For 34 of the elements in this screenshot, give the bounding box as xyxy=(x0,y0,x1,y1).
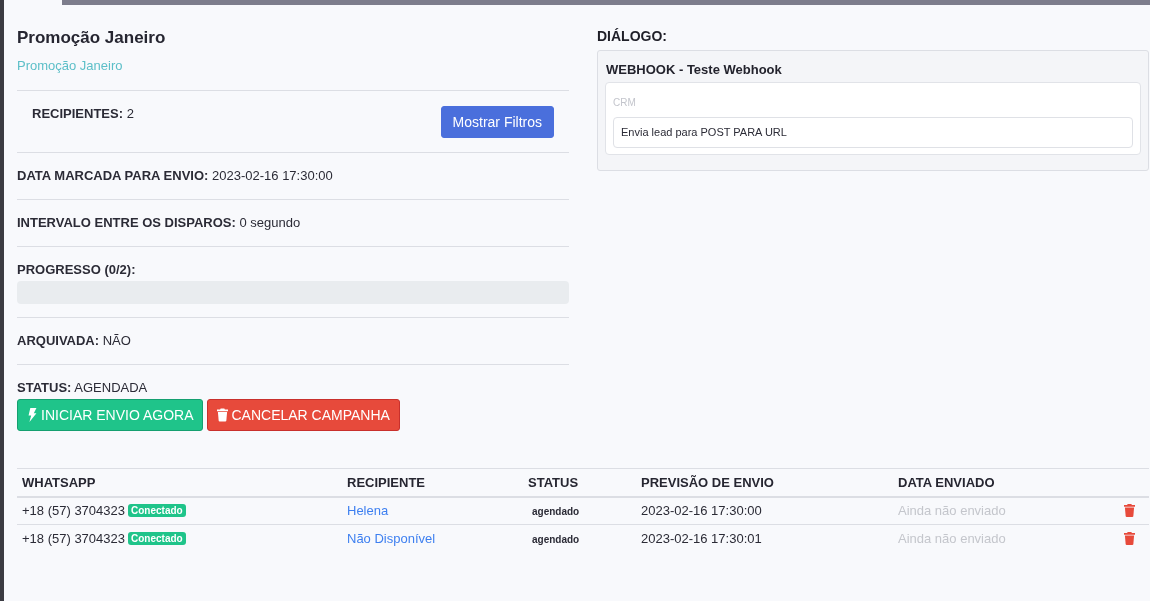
step-title: WEBHOOK - Teste Webhook xyxy=(606,62,782,77)
column-header: WHATSAPP xyxy=(22,474,96,490)
phone-number: +18 (57) 3704323 xyxy=(22,503,125,518)
status-text: agendado xyxy=(531,534,580,545)
status-text: agendado xyxy=(531,506,580,517)
recipients-count: RECIPIENTES: 2 xyxy=(32,106,134,122)
progress-label: PROGRESSO (0/2): xyxy=(17,262,136,277)
column-header: PREVISÃO DE ENVIO xyxy=(641,474,774,490)
start-sending-button[interactable]: INICIAR ENVIO AGORA xyxy=(17,399,204,431)
column-header: RECIPIENTE xyxy=(347,474,425,490)
trash-icon xyxy=(217,408,229,422)
detail-text: DATA MARCADA PARA ENVIO: 2023-02-16 17:30:00 xyxy=(17,168,333,183)
step-category: CRM xyxy=(613,97,636,109)
campaign-subtitle: Promoção Janeiro xyxy=(17,57,123,74)
status-text: STATUS: AGENDADA xyxy=(17,380,148,395)
phone-number: +18 (57) 3704323 xyxy=(22,531,125,546)
column-header: DATA ENVIADO xyxy=(898,474,995,490)
recipient-link[interactable]: Não Disponível xyxy=(347,531,436,546)
column-header: STATUS xyxy=(528,474,579,490)
scheduled-date: 2023-02-16 17:30:01 xyxy=(641,531,762,546)
detail-text: ARQUIVADA: NÃO xyxy=(17,333,131,348)
dialog-heading: DIÁLOGO: xyxy=(597,28,667,44)
trash-icon[interactable] xyxy=(1124,504,1135,518)
cancel-campaign-button[interactable]: CANCELAR CAMPANHA xyxy=(207,399,400,431)
campaign-title: Promoção Janeiro xyxy=(17,28,166,48)
step-action: Envia lead para POST PARA URL xyxy=(613,116,1133,148)
detail-text: INTERVALO ENTRE OS DISPAROS: 0 segundo xyxy=(17,215,301,230)
bolt-icon xyxy=(27,408,38,422)
show-filters-button[interactable]: Mostrar Filtros xyxy=(440,106,554,138)
scheduled-date: 2023-02-16 17:30:00 xyxy=(641,503,762,518)
recipient-link[interactable]: Helena xyxy=(347,503,389,518)
trash-icon[interactable] xyxy=(1124,532,1135,546)
connection-badge: Conectado xyxy=(128,532,186,545)
connection-badge: Conectado xyxy=(128,504,186,517)
